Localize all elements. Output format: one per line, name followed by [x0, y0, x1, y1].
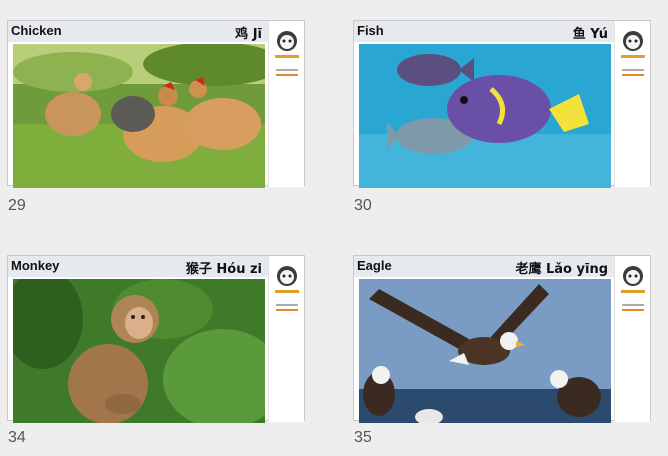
- mini-leapping-logo-icon: [275, 266, 299, 311]
- slide-title-bar: Eagle 老鹰 Lǎo yīng: [354, 256, 614, 277]
- slide-number: 29: [8, 197, 26, 214]
- slide-title-english: Eagle: [357, 258, 392, 273]
- slide-title-chinese: 鱼 Yú: [572, 27, 608, 42]
- eagle-photo: [359, 279, 611, 423]
- slide-number: 30: [354, 197, 372, 214]
- logo-panel: [614, 21, 650, 187]
- monkey-photo: [13, 279, 265, 423]
- slide-thumbnail-29[interactable]: Chicken 鸡 Jī: [7, 20, 305, 188]
- slide-title-bar: Monkey 猴子 Hóu zi: [8, 256, 268, 277]
- mini-leapping-logo-icon: [621, 31, 645, 76]
- slide-thumbnail-34[interactable]: Monkey 猴子 Hóu zi: [7, 255, 305, 423]
- slide-title-chinese: 老鹰 Lǎo yīng: [515, 262, 608, 277]
- chicken-photo: [13, 44, 265, 188]
- slide-thumbnail-35[interactable]: Eagle 老鹰 Lǎo yīng: [353, 255, 651, 423]
- logo-panel: [268, 21, 304, 187]
- slide-title-english: Fish: [357, 23, 384, 38]
- mini-leapping-logo-icon: [275, 31, 299, 76]
- fish-photo: [359, 44, 611, 188]
- logo-panel: [268, 256, 304, 422]
- slide-number: 35: [354, 429, 372, 446]
- slide-thumbnail-30[interactable]: Fish 鱼 Yú: [353, 20, 651, 188]
- slide-title-english: Monkey: [11, 258, 60, 273]
- slide-number: 34: [8, 429, 26, 446]
- slide-title-english: Chicken: [11, 23, 62, 38]
- slide-title-chinese: 鸡 Jī: [235, 27, 262, 42]
- slide-title-bar: Fish 鱼 Yú: [354, 21, 614, 42]
- logo-panel: [614, 256, 650, 422]
- mini-leapping-logo-icon: [621, 266, 645, 311]
- slide-title-chinese: 猴子 Hóu zi: [185, 262, 262, 277]
- slide-title-bar: Chicken 鸡 Jī: [8, 21, 268, 42]
